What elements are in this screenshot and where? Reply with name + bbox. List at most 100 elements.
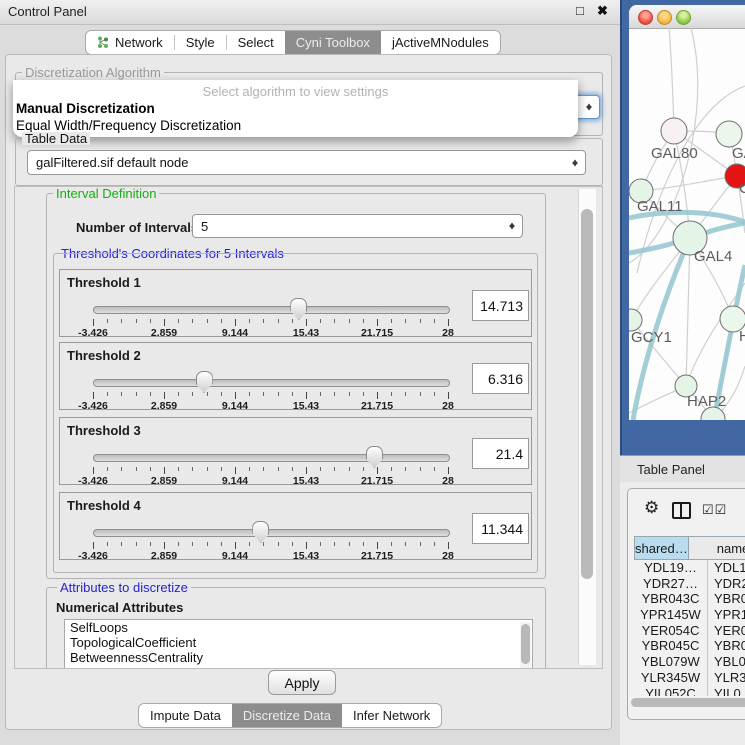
slider-track[interactable] (93, 306, 450, 314)
tick-mark (391, 467, 392, 471)
table-data-combobox[interactable]: galFiltered.sif default node (27, 150, 586, 175)
threshold-value-field[interactable] (472, 290, 529, 321)
scale-label: 15.43 (293, 400, 319, 412)
table-data-title: Table Data (22, 132, 90, 145)
threshold-slider[interactable]: -3.4262.8599.14415.4321.71528 (93, 298, 448, 336)
tick-mark (93, 392, 94, 399)
tick-mark (136, 542, 137, 546)
node-circle[interactable] (661, 118, 687, 144)
tab-cyni-toolbox[interactable]: Cyni Toolbox (285, 31, 381, 54)
threshold-label: Threshold 3 (67, 423, 141, 438)
tab-jactivemnodules[interactable]: jActiveMNodules (381, 31, 500, 54)
float-window-icon[interactable]: □ (576, 3, 584, 18)
tab-select[interactable]: Select (227, 31, 285, 54)
list-scrollbar-thumb[interactable] (521, 624, 530, 664)
table-row[interactable]: YER054CYER0 (634, 623, 745, 639)
slider-thumb[interactable] (252, 521, 269, 543)
threshold-row-3: Threshold 3-3.4262.8599.14415.4321.71528 (59, 417, 532, 485)
tick-mark (434, 319, 435, 323)
column-header-shared-name[interactable]: shared… (635, 537, 689, 559)
node-label-gal80[interactable]: GAL80 (651, 145, 698, 162)
table-row[interactable]: YLR345WYLR3 (634, 670, 745, 686)
threshold-value-field[interactable] (472, 363, 529, 394)
tick-mark (221, 467, 222, 471)
number-of-intervals-combobox[interactable]: 5 (192, 214, 523, 238)
table-row[interactable]: YBR045CYBR0 (634, 638, 745, 654)
node-circle[interactable] (716, 121, 742, 147)
tab-network[interactable]: Network (86, 31, 174, 54)
node-label-h[interactable]: H (739, 328, 745, 345)
table-row[interactable]: YBR043CYBR0 (634, 591, 745, 607)
cell-name: YLR3 (708, 670, 745, 686)
threshold-slider[interactable]: -3.4262.8599.14415.4321.71528 (93, 371, 448, 409)
numerical-attributes-list[interactable]: SelfLoopsTopologicalCoefficientBetweenne… (64, 619, 533, 669)
table-row[interactable]: YIL052CYIL0 (634, 686, 745, 697)
tab-style[interactable]: Style (175, 31, 226, 54)
tab-discretize-data[interactable]: Discretize Data (232, 704, 342, 727)
node-circle[interactable] (629, 309, 642, 331)
tick-mark (391, 542, 392, 546)
tick-mark (448, 392, 449, 399)
table-row[interactable]: YBL079WYBL0 (634, 654, 745, 670)
tick-mark (207, 467, 208, 471)
table-row[interactable]: YDL19…YDL1 (634, 560, 745, 576)
close-traffic-light-icon[interactable] (638, 10, 653, 25)
cell-shared-name: YBL079W (634, 654, 708, 670)
column-header-name[interactable]: name (689, 537, 745, 559)
discretization-algorithm-title: Discretization Algorithm (22, 66, 164, 79)
tick-mark (150, 392, 151, 396)
node-label-gal4[interactable]: GAL4 (694, 248, 732, 265)
slider-thumb[interactable] (366, 446, 383, 468)
close-icon[interactable]: ✖ (597, 3, 608, 19)
scale-label: 15.43 (293, 475, 319, 487)
threshold-value-field[interactable] (472, 513, 529, 544)
table-header-row: shared… name (634, 536, 745, 560)
table-data-combobox-value: galFiltered.sif default node (36, 155, 188, 170)
checkbox-columns-icon[interactable]: ☑☑ (702, 502, 727, 518)
table-hscrollbar-thumb[interactable] (631, 698, 745, 707)
attribute-item-topologicalcoefficient[interactable]: TopologicalCoefficient (65, 635, 532, 650)
network-canvas[interactable]: GAL80 GA C GAL11 GAL4 GCY1 H HAP2 (629, 28, 745, 420)
scale-label: 21.715 (361, 475, 393, 487)
tab-impute-data[interactable]: Impute Data (139, 704, 232, 727)
slider-ticks (93, 319, 448, 326)
apply-button[interactable]: Apply (268, 670, 336, 695)
dropdown-item-manual-discretization[interactable]: Manual Discretization (16, 101, 155, 116)
split-table-icon[interactable] (672, 502, 691, 519)
table-horizontal-scrollbar[interactable] (631, 698, 745, 707)
tick-mark (363, 319, 364, 323)
attribute-item-betweennesscentrality[interactable]: BetweennessCentrality (65, 650, 532, 665)
threshold-row-1: Threshold 1-3.4262.8599.14415.4321.71528 (59, 269, 532, 337)
tick-mark (349, 392, 350, 396)
tick-mark (349, 319, 350, 323)
table-row[interactable]: YDR27…YDR2 (634, 576, 745, 592)
settings-scrollbar-thumb[interactable] (581, 209, 593, 579)
settings-vertical-scrollbar[interactable] (578, 189, 596, 665)
tick-mark (263, 467, 264, 471)
threshold-slider[interactable]: -3.4262.8599.14415.4321.71528 (93, 521, 448, 559)
slider-track[interactable] (93, 529, 450, 537)
slider-thumb[interactable] (196, 371, 213, 393)
scale-label: 2.859 (151, 400, 177, 412)
gear-icon[interactable]: ⚙ (644, 499, 659, 516)
threshold-slider[interactable]: -3.4262.8599.14415.4321.71528 (93, 446, 448, 484)
slider-track[interactable] (93, 379, 450, 387)
tick-mark (207, 392, 208, 396)
threshold-value-field[interactable] (472, 438, 529, 469)
list-scrollbar[interactable] (520, 622, 531, 669)
node-label-c[interactable]: C (739, 180, 745, 197)
node-label-ga[interactable]: GA (732, 145, 745, 162)
combo-spinner-icon (585, 101, 594, 114)
attribute-item-selfloops[interactable]: SelfLoops (65, 620, 532, 635)
node-label-gal11[interactable]: GAL11 (637, 198, 683, 215)
tab-infer-network[interactable]: Infer Network (342, 704, 441, 727)
node-label-hap2[interactable]: HAP2 (687, 393, 726, 410)
slider-thumb[interactable] (290, 298, 307, 320)
network-icon (97, 36, 110, 49)
slider-track[interactable] (93, 454, 450, 462)
minimize-traffic-light-icon[interactable] (657, 10, 672, 25)
zoom-traffic-light-icon[interactable] (676, 10, 691, 25)
table-row[interactable]: YPR145WYPR1 (634, 607, 745, 623)
network-window-titlebar (629, 5, 745, 29)
node-label-gcy1[interactable]: GCY1 (631, 329, 672, 346)
